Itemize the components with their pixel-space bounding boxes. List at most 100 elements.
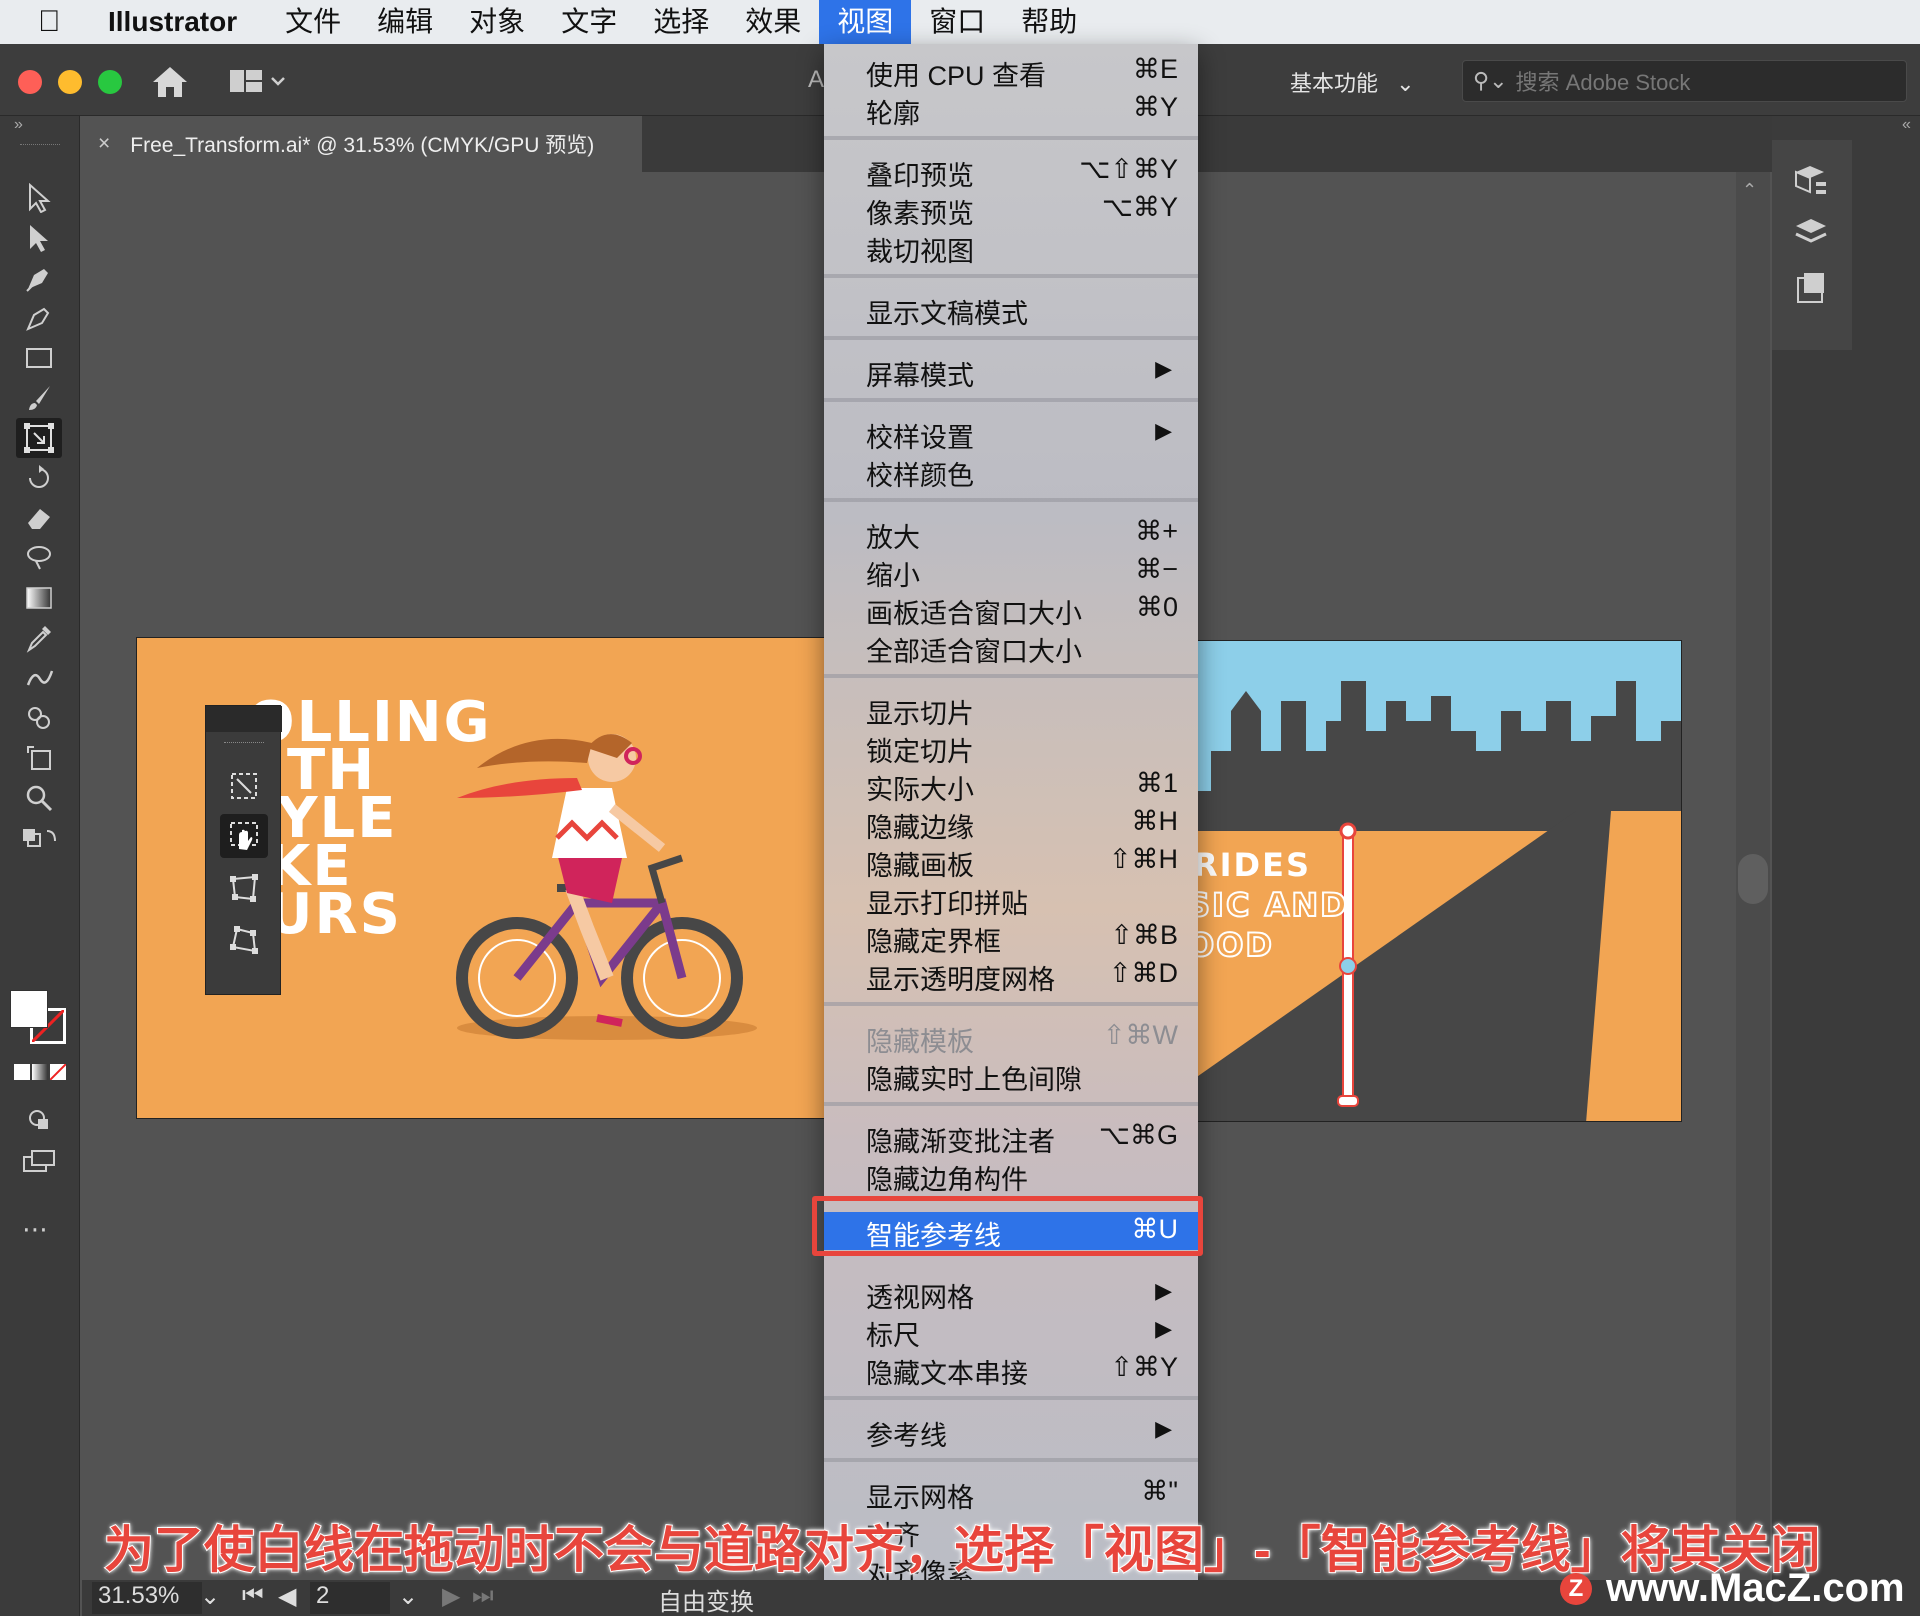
menu-item-lock-slices[interactable]: 锁定切片: [824, 728, 1198, 767]
zoom-tool-icon[interactable]: [16, 778, 62, 818]
more-tools-icon[interactable]: ⋯: [22, 1214, 50, 1245]
menu-help[interactable]: 帮助: [1003, 0, 1095, 44]
menu-item-trim-view[interactable]: 裁切视图: [824, 228, 1198, 267]
pen-tool-icon[interactable]: [16, 258, 62, 298]
menu-item-hide-edges[interactable]: 隐藏边缘 ⌘H: [824, 804, 1198, 843]
menu-select[interactable]: 选择: [635, 0, 727, 44]
free-distort-icon[interactable]: [220, 918, 268, 962]
layers-panel-icon[interactable]: [1792, 216, 1830, 252]
curvature-tool-icon[interactable]: [16, 298, 62, 338]
perspective-distort-icon[interactable]: [220, 866, 268, 910]
close-window-button[interactable]: [18, 70, 42, 94]
menu-item-hide-gradient-annotator[interactable]: 隐藏渐变批注者 ⌥⌘G: [824, 1118, 1198, 1157]
menu-item-presentation-mode[interactable]: 显示文稿模式: [824, 290, 1198, 329]
menu-item-show-transparency-grid[interactable]: 显示透明度网格 ⇧⌘D: [824, 956, 1198, 995]
menu-item-rulers[interactable]: 标尺 ▶: [824, 1312, 1198, 1351]
window-title-fragment: A: [808, 66, 825, 93]
menu-item-proof-setup[interactable]: 校样设置 ▶: [824, 414, 1198, 453]
constrain-icon[interactable]: [220, 764, 268, 808]
menu-item-pixel-preview[interactable]: 像素预览 ⌥⌘Y: [824, 190, 1198, 229]
screen-mode-icon[interactable]: [16, 1142, 62, 1182]
menu-item-hide-artboards[interactable]: 隐藏画板 ⇧⌘H: [824, 842, 1198, 881]
free-transform-tool-icon[interactable]: [16, 418, 62, 458]
menu-item-hide-live-paint-gaps[interactable]: 隐藏实时上色间隙: [824, 1056, 1198, 1095]
menu-item-show-slices[interactable]: 显示切片: [824, 690, 1198, 729]
menu-item-hide-corner-widget[interactable]: 隐藏边角构件: [824, 1156, 1198, 1195]
color-mode-buttons[interactable]: [14, 1063, 67, 1082]
eraser-tool-icon[interactable]: [16, 498, 62, 538]
menu-item-show-grid[interactable]: 显示网格 ⌘": [824, 1474, 1198, 1513]
menu-item-outline[interactable]: 轮廓 ⌘Y: [824, 90, 1198, 129]
artboards-panel-icon[interactable]: [1792, 270, 1830, 306]
menu-item-hide-text-threads[interactable]: 隐藏文本串接 ⇧⌘Y: [824, 1350, 1198, 1389]
artboard-tool-icon[interactable]: [16, 738, 62, 778]
artboard-number-field[interactable]: 2: [310, 1582, 390, 1614]
document-tab[interactable]: × Free_Transform.ai* @ 31.53% (CMYK/GPU …: [82, 116, 642, 172]
menu-item-cpu-view[interactable]: 使用 CPU 查看 ⌘E: [824, 52, 1198, 91]
first-artboard-icon[interactable]: ⏮: [242, 1582, 264, 1610]
home-icon[interactable]: [150, 64, 190, 100]
menu-item-actual-size[interactable]: 实际大小 ⌘1: [824, 766, 1198, 805]
last-artboard-icon[interactable]: ⏭: [472, 1582, 494, 1610]
menu-window[interactable]: 窗口: [911, 0, 1003, 44]
menu-object[interactable]: 对象: [451, 0, 543, 44]
menu-effect[interactable]: 效果: [727, 0, 819, 44]
menu-item-zoom-out[interactable]: 缩小 ⌘−: [824, 552, 1198, 591]
chevron-down-icon: ⌄: [1396, 71, 1415, 96]
free-transform-hand-icon[interactable]: [220, 814, 268, 858]
arrange-documents-icon[interactable]: [228, 66, 288, 96]
watermark: Z www.MacZ.com: [1560, 1566, 1905, 1611]
scroll-up-icon[interactable]: ⌃: [1742, 180, 1757, 201]
collapse-panel-icon[interactable]: »: [14, 116, 23, 134]
draw-mode-icon[interactable]: [16, 1100, 62, 1140]
rectangle-tool-icon[interactable]: [16, 338, 62, 378]
scrollbar-thumb[interactable]: [1738, 854, 1768, 904]
menu-item-proof-colors[interactable]: 校样颜色: [824, 452, 1198, 491]
menu-item-fit-artboard[interactable]: 画板适合窗口大小 ⌘0: [824, 590, 1198, 629]
app-name-menu[interactable]: Illustrator: [108, 6, 237, 38]
rotate-tool-icon[interactable]: [16, 458, 62, 498]
close-tab-icon[interactable]: ×: [98, 132, 110, 156]
menu-item-overprint-preview[interactable]: 叠印预览 ⌥⇧⌘Y: [824, 152, 1198, 191]
menu-item-perspective-grid[interactable]: 透视网格 ▶: [824, 1274, 1198, 1313]
menu-separator: [824, 136, 1198, 140]
adobe-stock-search[interactable]: ⚲⌄ 搜索 Adobe Stock: [1462, 60, 1907, 102]
widget-grip[interactable]: [224, 742, 264, 745]
menu-file[interactable]: 文件: [267, 0, 359, 44]
apple-icon[interactable]: : [38, 5, 88, 39]
menu-view[interactable]: 视图: [819, 0, 912, 44]
menu-item-hide-bounding-box[interactable]: 隐藏定界框 ⇧⌘B: [824, 918, 1198, 957]
collapse-right-panel-icon[interactable]: «: [1902, 116, 1911, 134]
menu-edit[interactable]: 编辑: [359, 0, 451, 44]
paintbrush-tool-icon[interactable]: [16, 378, 62, 418]
artboard-right[interactable]: RIDES SIC AND OOD: [1190, 640, 1682, 1122]
direct-selection-tool-icon[interactable]: [16, 218, 62, 258]
menu-item-guides[interactable]: 参考线 ▶: [824, 1412, 1198, 1451]
zoom-level-field[interactable]: 31.53%: [92, 1582, 202, 1614]
workspace-switcher[interactable]: 基本功能 ⌄: [1290, 66, 1415, 98]
poster-line-5: URS: [267, 882, 402, 947]
eyedropper-tool-icon[interactable]: [16, 618, 62, 658]
menu-type[interactable]: 文字: [543, 0, 635, 44]
puppet-warp-tool-icon[interactable]: [16, 658, 62, 698]
selection-tool-icon[interactable]: [16, 178, 62, 218]
lasso-tool-icon[interactable]: [16, 538, 62, 578]
next-artboard-icon[interactable]: ▶: [442, 1582, 460, 1611]
gradient-tool-icon[interactable]: [16, 578, 62, 618]
vertical-scrollbar[interactable]: ⌃: [1736, 172, 1770, 1582]
libraries-panel-icon[interactable]: [1792, 162, 1830, 198]
previous-artboard-icon[interactable]: ◀: [278, 1582, 296, 1611]
widget-title-bar[interactable]: [206, 706, 282, 732]
fill-stroke-swatch[interactable]: [10, 990, 70, 1048]
symbol-sprayer-tool-icon[interactable]: [16, 698, 62, 738]
menu-item-screen-mode[interactable]: 屏幕模式 ▶: [824, 352, 1198, 391]
swap-fill-stroke-icon[interactable]: [16, 818, 62, 858]
menu-item-zoom-in[interactable]: 放大 ⌘+: [824, 514, 1198, 553]
artboard-dropdown-icon[interactable]: ⌄: [398, 1582, 418, 1611]
zoom-window-button[interactable]: [98, 70, 122, 94]
menu-item-show-print-tiling[interactable]: 显示打印拼贴: [824, 880, 1198, 919]
menu-item-fit-all[interactable]: 全部适合窗口大小: [824, 628, 1198, 667]
panel-grip[interactable]: [20, 144, 60, 147]
minimize-window-button[interactable]: [58, 70, 82, 94]
zoom-dropdown-icon[interactable]: ⌄: [200, 1582, 220, 1611]
